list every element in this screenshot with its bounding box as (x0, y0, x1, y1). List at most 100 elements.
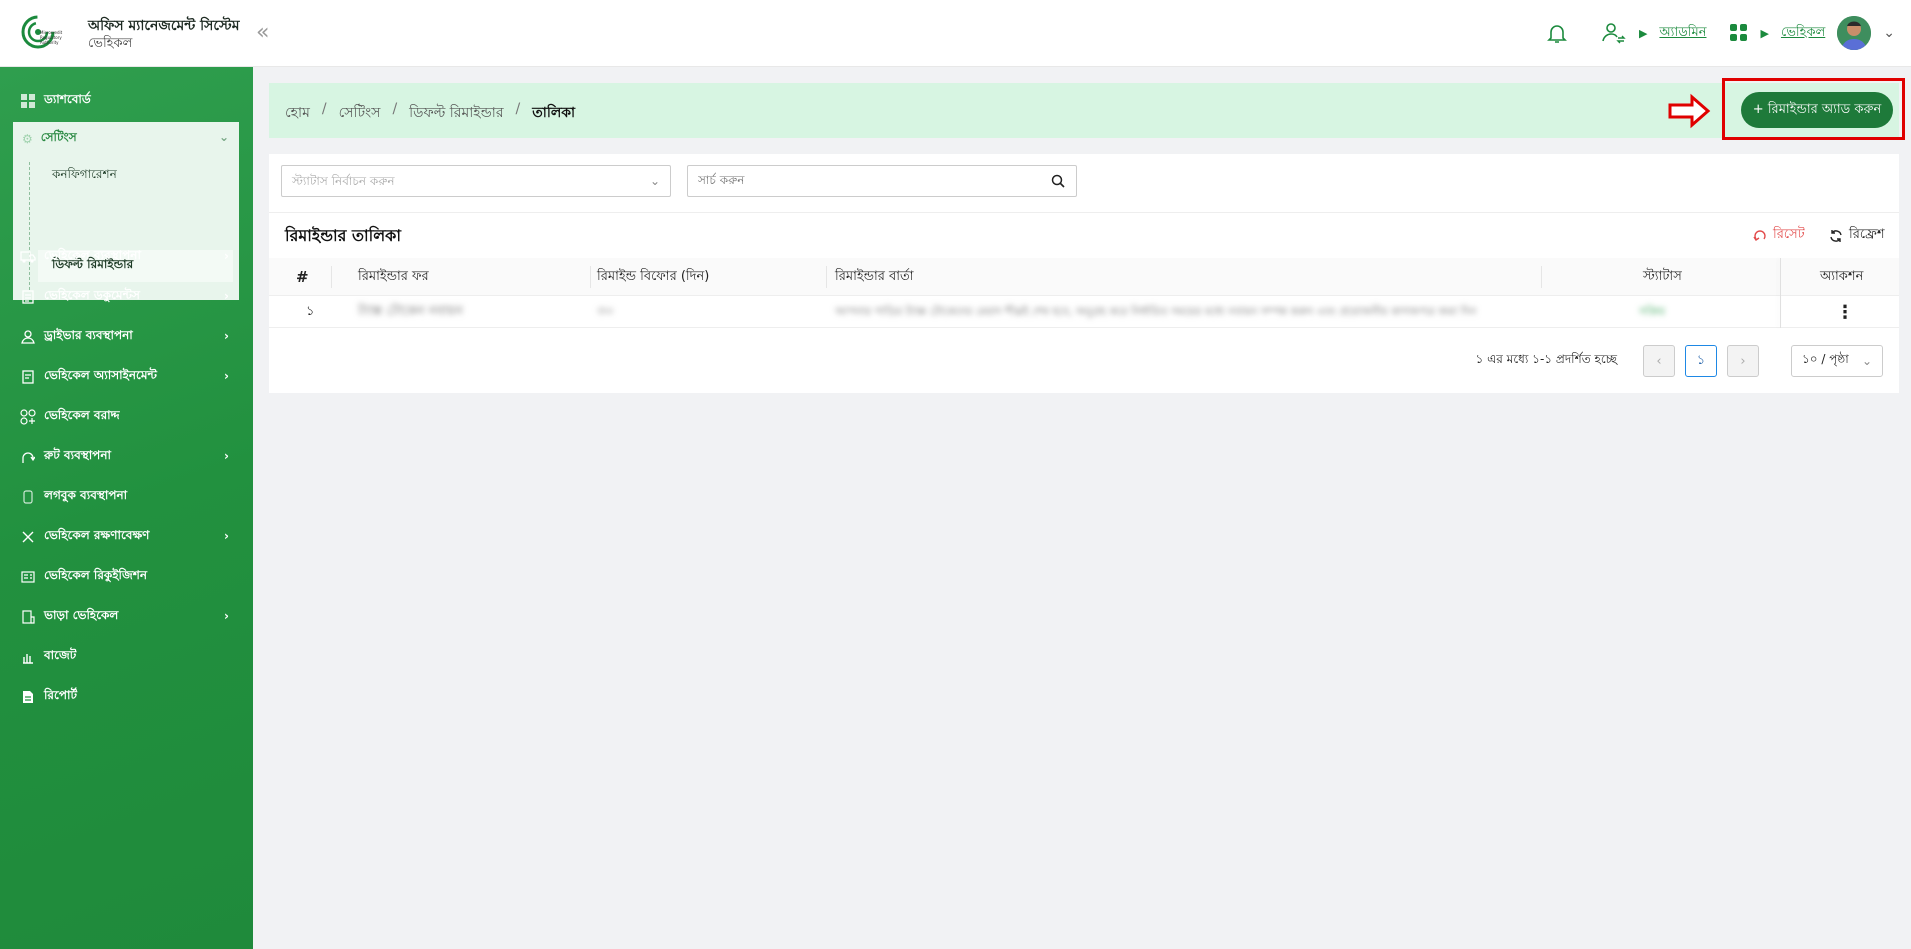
requisition-icon (20, 569, 36, 585)
chevron-right-icon: › (224, 529, 229, 543)
sidebar-item-budget[interactable]: বাজেট (0, 639, 253, 675)
filter-panel: স্ট্যাটাস নির্বাচন করুন ⌄ (269, 154, 1899, 212)
sidebar-item-vehicle-management[interactable]: ভেহিকেল ব্যবস্থাপনা › (0, 239, 253, 275)
row-actions-menu-icon[interactable]: ⋮ (1836, 296, 1854, 328)
column-header-status: স্ট্যাটাস (1643, 268, 1682, 284)
refresh-label: রিফ্রেশ (1849, 227, 1885, 242)
row-remind-before: ৩০ (597, 303, 614, 319)
sidebar-item-vehicle-assignment[interactable]: ভেহিকেল অ্যাসাইনমেন্ট › (0, 359, 253, 395)
refresh-icon (1830, 229, 1842, 242)
sidebar-item-dashboard[interactable]: ড্যাশবোর্ড (0, 83, 253, 119)
sidebar-item-label: ভেহিকেল রক্ষণাবেক্ষণ (44, 528, 150, 542)
status-select[interactable]: স্ট্যাটাস নির্বাচন করুন ⌄ (281, 165, 671, 197)
admin-link[interactable]: অ্যাডমিন (1659, 23, 1706, 44)
breadcrumb-default-reminder[interactable]: ডিফল্ট রিমাইন্ডার (409, 101, 503, 125)
breadcrumb-settings[interactable]: সেটিংস (339, 101, 381, 125)
submenu-item-configuration[interactable]: কনফিগারেশন (38, 160, 233, 192)
apps-grid-icon[interactable] (1729, 23, 1749, 43)
caret-right-icon: ▶ (1760, 26, 1769, 40)
breadcrumb-separator: / (515, 101, 521, 117)
caret-right-icon: ▶ (1638, 26, 1648, 40)
vehicle-module-link[interactable]: ভেহিকল (1781, 23, 1825, 44)
sidebar-item-label: লগবুক ব্যবস্থাপনা (44, 488, 128, 502)
chevron-right-icon: › (224, 449, 229, 463)
driver-icon (20, 329, 36, 345)
sidebar: ড্যাশবোর্ড ⚙ সেটিংস ⌄ কনফিগারেশন ডিফল্ট … (0, 67, 253, 949)
annotation-arrow-icon (1668, 93, 1711, 129)
column-header-remind-before: রিমাইন্ড বিফোর (দিন) (597, 268, 710, 284)
sidebar-item-label: সেটিংস (40, 130, 77, 144)
row-message: আপনার গাড়ির ট্যাক্স টোকেনের মেয়াদ শীঘ্… (835, 304, 1477, 318)
column-header-reminder-for: রিমাইন্ডার ফর (358, 268, 429, 284)
collapse-sidebar-icon[interactable]: « (256, 20, 269, 45)
logbook-icon (20, 489, 36, 505)
column-separator (1541, 266, 1542, 288)
budget-icon (20, 649, 36, 665)
add-reminder-button[interactable]: + রিমাইন্ডার অ্যাড করুন (1741, 92, 1893, 128)
sidebar-item-rental-vehicle[interactable]: ভাড়া ভেহিকেল › (0, 599, 253, 635)
logo-text: Microcredit Regulatory Authority (40, 30, 63, 45)
sidebar-item-label: বাজেট (44, 648, 77, 662)
sidebar-item-driver-management[interactable]: ড্রাইভার ব্যবস্থাপনা › (0, 319, 253, 355)
page-number-button[interactable]: ১ (1685, 345, 1717, 377)
app-subtitle: ভেহিকল (88, 36, 133, 51)
reset-label: রিসেট (1773, 227, 1805, 242)
sidebar-item-route-management[interactable]: রুট ব্যবস্থাপনা › (0, 439, 253, 475)
sidebar-item-vehicle-requisition[interactable]: ভেহিকেল রিকুইজিশন (0, 559, 253, 595)
rental-icon (20, 609, 36, 625)
sidebar-item-label: ভেহিকেল ব্যবস্থাপনা (44, 248, 141, 262)
reset-button[interactable]: রিসেট (1753, 225, 1805, 246)
truck-icon (20, 249, 36, 265)
sidebar-item-logbook-management[interactable]: লগবুক ব্যবস্থাপনা (0, 479, 253, 515)
sticky-column-divider (1780, 258, 1781, 328)
column-separator (590, 266, 591, 288)
refresh-button[interactable]: রিফ্রেশ (1829, 225, 1885, 246)
breadcrumb-home[interactable]: হোম (285, 101, 310, 125)
table-row: ১ ট্যাক্স টোকেন নবায়ন ৩০ আপনার গাড়ির ট… (269, 296, 1899, 328)
page-size-select[interactable]: ১০ / পৃষ্ঠা ⌄ (1791, 345, 1883, 377)
page-size-value: ১০ / পৃষ্ঠা (1802, 352, 1849, 366)
sidebar-item-label: ড্যাশবোর্ড (44, 92, 91, 106)
user-avatar[interactable] (1837, 16, 1872, 50)
breadcrumb: হোম / সেটিংস / ডিফল্ট রিমাইন্ডার / তালিক… (285, 101, 575, 125)
chevron-right-icon: › (224, 249, 229, 263)
breadcrumb-bar: হোম / সেটিংস / ডিফল্ট রিমাইন্ডার / তালিক… (269, 78, 1905, 140)
search-input[interactable] (698, 166, 1038, 194)
breadcrumb-separator: / (321, 101, 327, 117)
sidebar-item-label: ভাড়া ভেহিকেল (44, 608, 119, 622)
column-separator (331, 266, 332, 288)
breadcrumb-current: তালিকা (532, 105, 576, 121)
chevron-right-icon: › (224, 329, 229, 343)
sidebar-item-label: রুট ব্যবস্থাপনা (44, 448, 111, 462)
chevron-down-icon: ⌄ (218, 130, 229, 144)
sidebar-item-settings[interactable]: ⚙ সেটিংস ⌄ (13, 122, 239, 156)
sidebar-item-label: রিপোর্ট (44, 688, 78, 702)
sidebar-item-vehicle-documents[interactable]: ভেহিকেল ডকুমেন্টস › (0, 279, 253, 315)
next-page-button[interactable]: › (1727, 345, 1759, 377)
row-status: সক্রিয় (1639, 304, 1666, 318)
bell-icon[interactable] (1545, 21, 1569, 45)
prev-page-button[interactable]: ‹ (1643, 345, 1675, 377)
sidebar-item-report[interactable]: রিপোর্ট (0, 679, 253, 715)
settings-icon: ⚙ (22, 132, 33, 146)
column-header-action: অ্যাকশন (1820, 268, 1864, 284)
row-reminder-for: ট্যাক্স টোকেন নবায়ন (358, 303, 463, 319)
sidebar-item-vehicle-maintenance[interactable]: ভেহিকেল রক্ষণাবেক্ষণ › (0, 519, 253, 555)
user-switch-icon[interactable] (1601, 21, 1627, 45)
report-icon (20, 689, 36, 705)
row-index: ১ (306, 303, 315, 319)
header-actions: ▶ অ্যাডমিন ▶ ভেহিকল ⌄ (1545, 14, 1895, 52)
sidebar-item-vehicle-allocation[interactable]: ভেহিকেল বরাদ্দ (0, 399, 253, 435)
column-header-message: রিমাইন্ডার বার্তা (835, 268, 914, 284)
reset-icon (1753, 229, 1766, 241)
sidebar-item-label: ভেহিকেল ডকুমেন্টস (44, 288, 140, 302)
sidebar-item-label: ভেহিকেল অ্যাসাইনমেন্ট (44, 368, 157, 382)
sidebar-item-label: ভেহিকেল বরাদ্দ (44, 408, 120, 422)
dashboard-icon (20, 93, 36, 109)
pagination-info: ১ এর মধ্যে ১-১ প্রদর্শিত হচ্ছে (1475, 352, 1617, 366)
breadcrumb-separator: / (392, 101, 398, 117)
maintenance-icon (20, 529, 36, 545)
chevron-down-icon[interactable]: ⌄ (1883, 25, 1895, 41)
search-icon[interactable] (1050, 173, 1066, 189)
table-header: # রিমাইন্ডার ফর রিমাইন্ড বিফোর (দিন) রিম… (269, 258, 1899, 296)
